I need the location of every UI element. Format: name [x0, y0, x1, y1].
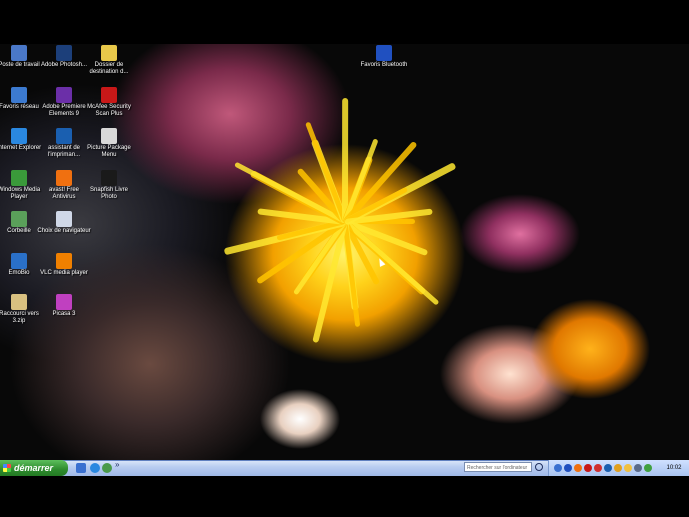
tray-icon-volume[interactable] — [634, 464, 642, 472]
tray-icon-hp[interactable] — [604, 464, 612, 472]
picasa-icon — [56, 294, 72, 310]
search-icon[interactable] — [535, 463, 543, 471]
desktop-shortcut-label: Snapfish Livre Photo — [89, 187, 129, 200]
media-player-icon — [11, 170, 27, 186]
coral-tentacle — [343, 219, 440, 306]
premiere-icon — [56, 87, 72, 103]
computer-icon — [11, 45, 27, 61]
desktop-shortcut[interactable]: Picture Package Menu — [82, 128, 136, 159]
tray-icon-avast[interactable] — [574, 464, 582, 472]
hp-printer-icon — [56, 128, 72, 144]
search-input[interactable]: Rechercher sur l'ordinateur — [464, 462, 532, 472]
desktop-shortcut[interactable]: Picasa 3 — [37, 294, 91, 318]
desktop-shortcut-label: VLC media player — [40, 270, 88, 276]
show-desktop-icon[interactable] — [76, 463, 86, 473]
emobio-icon — [11, 253, 27, 269]
vlc-icon — [56, 253, 72, 269]
start-button[interactable]: démarrer — [0, 460, 68, 476]
desktop-shortcut[interactable]: Dossier de destination d... — [82, 45, 136, 76]
tray-icon-mcafee[interactable] — [584, 464, 592, 472]
desktop-shortcut[interactable]: Choix de navigateur — [37, 211, 91, 235]
desktop-shortcut[interactable]: Favoris Bluetooth — [357, 45, 411, 69]
internet-explorer-quicklaunch-icon[interactable] — [90, 463, 100, 473]
desktop-shortcut-label: Picture Package Menu — [87, 145, 131, 158]
start-label: démarrer — [14, 463, 54, 473]
desktop-shortcut-label: Favoris Bluetooth — [360, 62, 408, 68]
desktop-shortcut[interactable]: VLC media player — [37, 253, 91, 277]
tray-icon-network[interactable] — [554, 464, 562, 472]
media-player-quicklaunch-icon[interactable] — [102, 463, 112, 473]
zip-shortcut-icon — [11, 294, 27, 310]
folder-icon — [101, 45, 117, 61]
mcafee-icon — [101, 87, 117, 103]
desktop-shortcut-label: Picasa 3 — [52, 311, 76, 317]
internet-explorer-icon — [11, 128, 27, 144]
desktop-shortcut[interactable]: McAfee Security Scan Plus — [82, 87, 136, 118]
tray-icon-security[interactable] — [594, 464, 602, 472]
tray-icon-update[interactable] — [624, 464, 632, 472]
quicklaunch-more-button[interactable]: » — [115, 460, 119, 469]
taskbar-clock[interactable]: 10:02 — [660, 462, 688, 474]
recycle-bin-icon — [11, 211, 27, 227]
desktop-shortcut[interactable]: Snapfish Livre Photo — [82, 170, 136, 201]
avast-icon — [56, 170, 72, 186]
browser-choice-icon — [56, 211, 72, 227]
desktop-shortcut-label: McAfee Security Scan Plus — [87, 104, 131, 117]
network-icon — [11, 87, 27, 103]
windows-logo-icon — [3, 464, 11, 472]
desktop-shortcut-label: Choix de navigateur — [37, 228, 91, 234]
tray-icon-power[interactable] — [644, 464, 652, 472]
picture-package-icon — [101, 128, 117, 144]
snapfish-icon — [101, 170, 117, 186]
photoshop-icon — [56, 45, 72, 61]
tray-icon-bluetooth[interactable] — [564, 464, 572, 472]
bluetooth-icon — [376, 45, 392, 61]
tray-icon-java[interactable] — [614, 464, 622, 472]
desktop-shortcut-label: Dossier de destination d... — [89, 62, 129, 75]
